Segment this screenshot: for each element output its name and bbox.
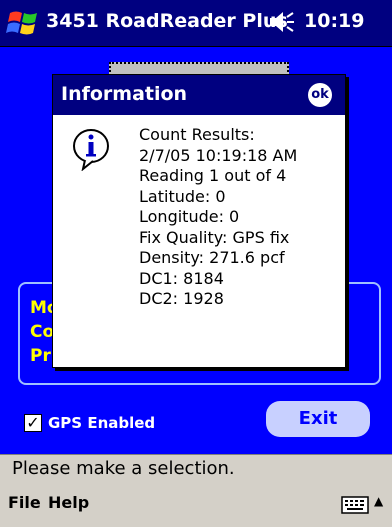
window-title: 3451 RoadReader Plus (46, 10, 288, 32)
group-label-3: Pr (30, 346, 51, 366)
dialog-line: Longitude: 0 (139, 207, 240, 226)
gps-enabled-label[interactable]: GPS Enabled (48, 414, 155, 432)
status-text: Please make a selection. (12, 458, 235, 479)
input-menu-arrow-icon[interactable]: ▲ (374, 494, 383, 508)
info-icon (73, 129, 109, 171)
windows-start-icon[interactable] (6, 7, 40, 39)
dialog-line: DC1: 8184 (139, 268, 224, 288)
clock[interactable]: 10:19 (304, 10, 364, 32)
menu-help[interactable]: Help (48, 493, 89, 512)
dialog-line: Density: 271.6 pcf (139, 248, 285, 267)
status-bar: Please make a selection. (0, 454, 392, 484)
menu-bar: File Help ▲ (0, 483, 392, 527)
title-bar: 3451 RoadReader Plus 10:19 (0, 0, 392, 47)
information-dialog: Information ok Count Results: 2/7/05 10:… (52, 74, 346, 368)
keyboard-icon[interactable] (341, 496, 369, 514)
dialog-line: DC2: 1928 (139, 289, 224, 308)
dialog-message: Count Results: 2/7/05 10:19:18 AM Readin… (139, 125, 339, 310)
dialog-title: Information (61, 83, 188, 105)
ok-button[interactable]: ok (308, 83, 332, 107)
exit-button[interactable]: Exit (266, 401, 370, 437)
speaker-icon[interactable] (268, 9, 296, 35)
dialog-line: Fix Quality: GPS fix (139, 227, 290, 247)
dialog-line: 2/7/05 10:19:18 AM (139, 145, 298, 165)
dialog-line: Count Results: (139, 125, 255, 144)
dialog-line: Latitude: 0 (139, 186, 226, 206)
checkbox-box[interactable]: ✓ (24, 414, 42, 432)
dialog-line: Reading 1 out of 4 (139, 166, 287, 185)
dialog-header: Information ok (53, 75, 345, 115)
gps-enabled-checkbox[interactable]: ✓ GPS Enabled (24, 414, 155, 432)
group-label-2: Co (30, 322, 55, 342)
menu-file[interactable]: File (8, 493, 41, 512)
